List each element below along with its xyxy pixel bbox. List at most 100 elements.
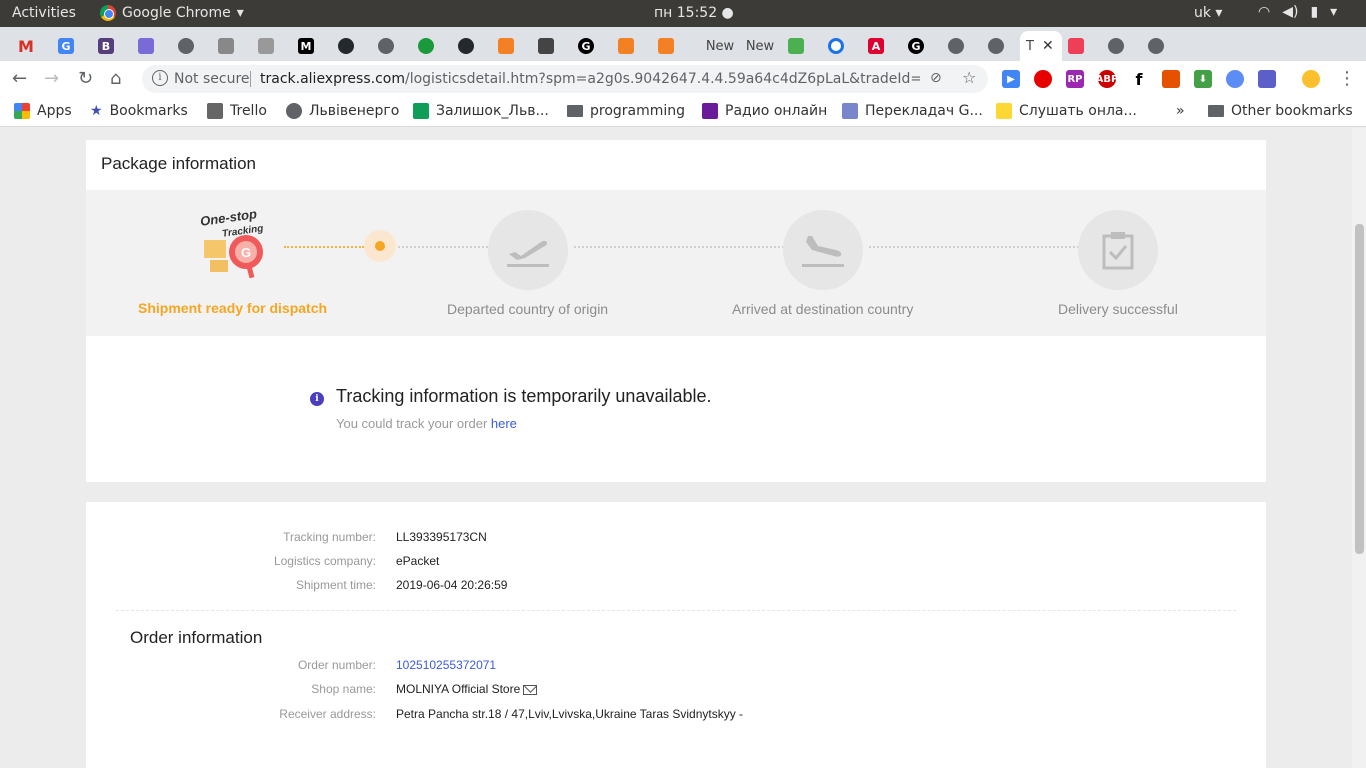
row-label: Logistics company:: [273, 554, 376, 568]
tab-angular[interactable]: A: [856, 31, 896, 61]
info-icon[interactable]: i: [152, 70, 168, 86]
progress-line: [574, 246, 784, 248]
bookmark-zalyshok[interactable]: Залишок_Льв...: [413, 103, 549, 119]
bookmark-programming[interactable]: programming: [567, 103, 685, 119]
scrollbar-thumb[interactable]: [1355, 224, 1364, 554]
language-indicator[interactable]: uk ▾: [1194, 5, 1222, 21]
cookie-blocked-icon[interactable]: ⊘: [930, 70, 942, 86]
home-icon[interactable]: ⌂: [110, 68, 121, 89]
extension-icon[interactable]: RP: [1066, 70, 1084, 88]
browser-toolbar: ← → ↻ ⌂ i Not secure track.aliexpress.co…: [0, 61, 1366, 97]
url-text[interactable]: track.aliexpress.com/logisticsdetail.htm…: [260, 71, 920, 87]
bookmark-bookmarks[interactable]: ★ Bookmarks: [90, 103, 188, 119]
tab-new-1[interactable]: New: [700, 31, 740, 61]
bookmark-trello[interactable]: Trello: [207, 103, 267, 119]
row-label: Receiver address:: [279, 707, 376, 721]
tab-stackoverflow-3[interactable]: [646, 31, 686, 61]
tab-21[interactable]: [816, 31, 856, 61]
globe-icon: [178, 38, 194, 54]
tab-14[interactable]: [526, 31, 566, 61]
bookmarks-overflow-button[interactable]: »: [1176, 103, 1185, 119]
system-tray[interactable]: ◠ ◀) ▮ ▾: [1258, 4, 1337, 20]
tab-github-2[interactable]: [446, 31, 486, 61]
extension-icon[interactable]: ▶: [1002, 70, 1020, 88]
row-label: Order number:: [297, 658, 376, 672]
extension-icon[interactable]: [1034, 70, 1052, 88]
tracking-unavailable-message: Tracking information is temporarily unav…: [336, 386, 712, 406]
forward-icon[interactable]: →: [44, 68, 59, 89]
tab-10[interactable]: [366, 31, 406, 61]
volume-icon: ◀): [1282, 4, 1299, 20]
tab-23[interactable]: G: [896, 31, 936, 61]
extension-icon[interactable]: [1226, 70, 1244, 88]
tab-7[interactable]: [246, 31, 286, 61]
tab-github-1[interactable]: [326, 31, 366, 61]
bookmark-label: Радио онлайн: [725, 103, 828, 119]
bookmark-translator[interactable]: Перекладач G...: [842, 103, 983, 119]
progress-line: [398, 246, 488, 248]
step-label-departed: Departed country of origin: [447, 301, 609, 317]
extension-icon[interactable]: [1162, 70, 1180, 88]
tab-pocket[interactable]: [1056, 31, 1096, 61]
not-secure-label[interactable]: Not secure: [174, 71, 250, 87]
tab-28[interactable]: [1096, 31, 1136, 61]
bookmark-listen[interactable]: Слушать онла...: [996, 103, 1137, 119]
tab-5[interactable]: [166, 31, 206, 61]
tab-20[interactable]: [776, 31, 816, 61]
tab-29[interactable]: [1136, 31, 1176, 61]
radio-icon: [702, 103, 718, 119]
tab-medium[interactable]: M: [286, 31, 326, 61]
battery-icon: ▮: [1310, 4, 1319, 20]
system-top-bar: Activities Google Chrome ▾ пн 15:52 ● uk…: [0, 0, 1366, 27]
app-menu[interactable]: Google Chrome ▾: [100, 5, 244, 21]
track-order-hint: You could track your order here: [336, 416, 517, 431]
tab-translate[interactable]: G: [46, 31, 86, 61]
activities-button[interactable]: Activities: [12, 5, 76, 21]
tab-6[interactable]: [206, 31, 246, 61]
order-number-link[interactable]: 102510255372071: [396, 658, 496, 672]
close-tab-icon[interactable]: ✕: [1042, 38, 1054, 54]
tracking-progress: One-stop Tracking G Shipment ready for d…: [86, 190, 1266, 336]
package-magnifier-icon: G: [204, 235, 263, 279]
tab-11[interactable]: [406, 31, 446, 61]
tab-stackoverflow-1[interactable]: [486, 31, 526, 61]
info-icon: i: [310, 392, 324, 406]
page-icon: [788, 38, 804, 54]
bookmark-star-icon[interactable]: ☆: [962, 68, 976, 87]
tab-4[interactable]: [126, 31, 166, 61]
tab-25[interactable]: [976, 31, 1016, 61]
tab-bootstrap[interactable]: B: [86, 31, 126, 61]
bookmark-apps[interactable]: Apps: [14, 103, 72, 119]
profile-avatar[interactable]: [1302, 70, 1320, 88]
reload-icon[interactable]: ↻: [78, 68, 93, 89]
departed-step-icon: [488, 210, 568, 290]
download-extension-icon[interactable]: ⬇: [1194, 70, 1212, 88]
tab-15[interactable]: G: [566, 31, 606, 61]
adblock-icon[interactable]: ABP: [1096, 70, 1118, 88]
tab-gmail[interactable]: M: [6, 31, 46, 61]
medium-icon: M: [298, 38, 314, 54]
facebook-icon[interactable]: f: [1130, 70, 1148, 89]
track-here-link[interactable]: here: [491, 416, 517, 431]
trello-icon: [207, 103, 223, 119]
extension-icon[interactable]: [1258, 70, 1276, 88]
clock[interactable]: пн 15:52 ●: [654, 5, 734, 21]
tab-stackoverflow-2[interactable]: [606, 31, 646, 61]
back-icon[interactable]: ←: [12, 68, 27, 89]
page-scrollbar[interactable]: [1352, 128, 1366, 768]
bookmark-radio[interactable]: Радио онлайн: [702, 103, 827, 119]
page-icon: [258, 38, 274, 54]
page-icon: [138, 38, 154, 54]
page-icon: [828, 38, 844, 54]
step-label-arrived: Arrived at destination country: [732, 301, 914, 317]
mail-icon[interactable]: [523, 684, 538, 695]
chrome-icon: [100, 5, 116, 21]
bookmark-other[interactable]: Other bookmarks: [1208, 103, 1353, 119]
tab-new-2[interactable]: New: [740, 31, 780, 61]
tab-24[interactable]: [936, 31, 976, 61]
address-bar[interactable]: i Not secure track.aliexpress.com/logist…: [142, 65, 988, 93]
stackoverflow-icon: [618, 38, 634, 54]
bookmark-lvivenergo[interactable]: Львівенерго: [286, 103, 399, 119]
menu-kebab-icon[interactable]: ⋮: [1338, 68, 1356, 89]
shop-name-value: MOLNIYA Official Store: [396, 682, 538, 696]
